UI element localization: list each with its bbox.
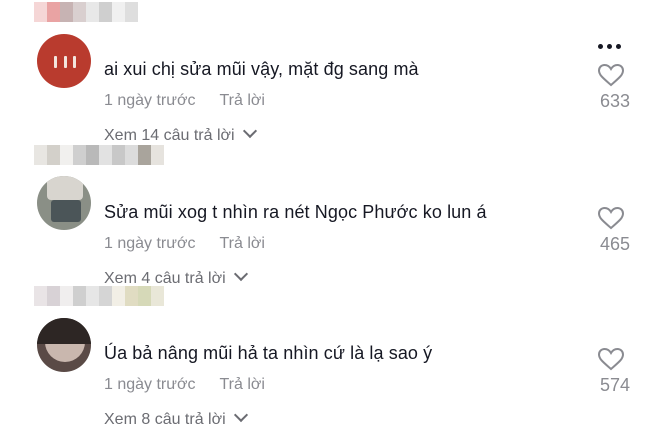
username-blurred[interactable]: [34, 145, 164, 167]
comment-date: 1 ngày trước: [104, 92, 196, 109]
username-pixel: [86, 145, 99, 165]
username-pixel: [47, 286, 60, 306]
username-pixel: [73, 2, 86, 22]
comment-meta: 1 ngày trước Trả lời: [104, 92, 265, 110]
username-pixel: [151, 286, 164, 306]
heart-outline-icon[interactable]: [597, 63, 625, 87]
avatar[interactable]: [37, 318, 91, 372]
comment-meta: 1 ngày trước Trả lời: [104, 376, 265, 394]
comment-date: 1 ngày trước: [104, 235, 196, 252]
like-count: 574: [599, 375, 630, 395]
username-pixel: [86, 286, 99, 306]
heart-outline-icon[interactable]: [597, 206, 625, 230]
username-pixel: [34, 145, 47, 165]
username-blurred[interactable]: [34, 286, 164, 308]
comment-meta: 1 ngày trước Trả lời: [104, 235, 265, 253]
username-pixel: [60, 2, 73, 22]
username-blurred[interactable]: [34, 2, 138, 24]
chevron-down-icon: [233, 266, 248, 282]
username-pixel: [34, 286, 47, 306]
comment-text: Sửa mũi xog t nhìn ra nét Ngọc Phước ko …: [104, 202, 487, 222]
username-pixel: [73, 286, 86, 306]
heart-outline-icon[interactable]: [597, 347, 625, 371]
username-pixel: [99, 145, 112, 165]
username-pixel: [151, 145, 164, 165]
comment-text: ai xui chị sửa mũi vậy, mặt đg sang mà: [104, 59, 419, 79]
comment-list: ai xui chị sửa mũi vậy, mặt đg sang mà 1…: [0, 0, 655, 446]
username-pixel: [112, 2, 125, 22]
view-replies-label: Xem 14 câu trả lời: [104, 127, 235, 144]
more-dots-icon[interactable]: [598, 44, 621, 49]
username-pixel: [125, 2, 138, 22]
reply-button[interactable]: Trả lời: [219, 235, 264, 253]
username-pixel: [125, 145, 138, 165]
comment-text: Úa bả nâng mũi hả ta nhìn cứ là lạ sao ý: [104, 343, 433, 363]
comment-date: 1 ngày trước: [104, 376, 196, 393]
avatar[interactable]: [37, 176, 91, 230]
like-count: 633: [599, 91, 630, 111]
chevron-down-icon: [242, 123, 257, 139]
username-pixel: [138, 286, 151, 306]
username-pixel: [112, 286, 125, 306]
comment-item: Sửa mũi xog t nhìn ra nét Ngọc Phước ko …: [0, 143, 655, 287]
username-pixel: [34, 2, 47, 22]
comment-item: Úa bả nâng mũi hả ta nhìn cứ là lạ sao ý…: [0, 284, 655, 428]
reply-button[interactable]: Trả lời: [219, 92, 264, 110]
username-pixel: [138, 145, 151, 165]
like-count: 465: [599, 234, 630, 254]
comment-item: ai xui chị sửa mũi vậy, mặt đg sang mà 1…: [0, 0, 655, 144]
username-pixel: [60, 145, 73, 165]
username-pixel: [112, 145, 125, 165]
username-pixel: [86, 2, 99, 22]
avatar[interactable]: [37, 34, 91, 88]
view-replies-label: Xem 8 câu trả lời: [104, 411, 226, 428]
view-replies-button[interactable]: Xem 8 câu trả lời: [104, 407, 248, 429]
chevron-down-icon: [233, 407, 248, 423]
username-pixel: [73, 145, 86, 165]
username-pixel: [99, 2, 112, 22]
username-pixel: [47, 2, 60, 22]
username-pixel: [60, 286, 73, 306]
reply-button[interactable]: Trả lời: [219, 376, 264, 394]
username-pixel: [99, 286, 112, 306]
username-pixel: [125, 286, 138, 306]
username-pixel: [47, 145, 60, 165]
